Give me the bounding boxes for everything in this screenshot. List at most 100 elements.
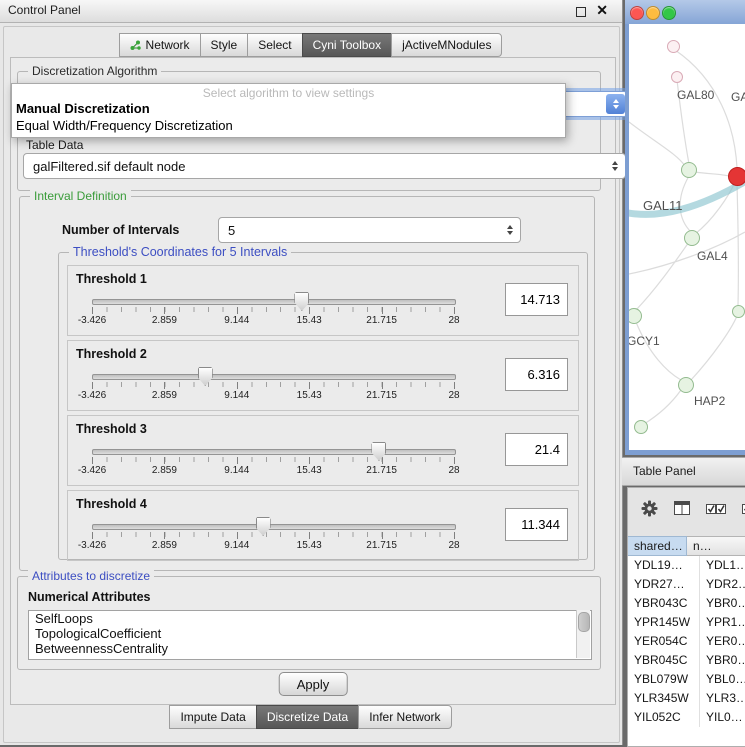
table-cell[interactable]: YPR145W <box>628 613 700 632</box>
algorithm-group-title: Discretization Algorithm <box>28 64 161 78</box>
table-row[interactable]: YLR345W YLR3… <box>628 689 745 708</box>
tab-style[interactable]: Style <box>200 33 249 57</box>
threshold-value-field[interactable]: 11.344 <box>505 508 568 541</box>
table-row[interactable]: YPR145W YPR1… <box>628 613 745 632</box>
major-tick <box>382 457 383 464</box>
tab-discretize-data[interactable]: Discretize Data <box>256 705 359 729</box>
network-node-label: GA… <box>731 90 745 104</box>
table-cell[interactable]: YER0… <box>700 632 745 651</box>
list-item[interactable]: TopologicalCoefficient <box>29 626 591 641</box>
slider-track[interactable] <box>92 374 456 380</box>
select-all-icon[interactable] <box>706 502 726 515</box>
traffic-light-zoom-icon[interactable] <box>662 6 676 20</box>
column-header[interactable]: shared… <box>628 536 687 556</box>
number-of-intervals-combobox[interactable]: 5 <box>218 217 521 243</box>
table-cell[interactable]: YLR345W <box>628 689 700 708</box>
scale-label: 15.43 <box>297 315 322 326</box>
tab-select[interactable]: Select <box>247 33 302 57</box>
threshold-slider[interactable]: -3.426 2.859 9.144 <box>92 290 454 332</box>
thresholds-group-title: Threshold's Coordinates for 5 Intervals <box>69 245 291 259</box>
slider-track[interactable] <box>92 449 456 455</box>
combo-stepper-icon[interactable] <box>612 154 618 178</box>
threshold-slider[interactable]: -3.426 2.859 9.144 <box>92 515 454 557</box>
threshold-value-field[interactable]: 21.4 <box>505 433 568 466</box>
popup-item[interactable]: Manual Discretization <box>12 100 565 117</box>
scale-label: 9.144 <box>224 315 249 326</box>
combo-stepper-icon[interactable] <box>507 218 513 242</box>
table-row[interactable]: YDL19… YDL1… <box>628 556 745 575</box>
apply-button[interactable]: Apply <box>279 672 348 696</box>
slider-minor-ticks <box>92 532 454 537</box>
slider-track[interactable] <box>92 524 456 530</box>
table-cell[interactable]: YBR0… <box>700 594 745 613</box>
table-panel-header[interactable]: Table Panel <box>622 457 745 486</box>
number-of-intervals-label: Number of Intervals <box>62 223 179 237</box>
table-cell[interactable]: YDR2… <box>700 575 745 594</box>
table-cell[interactable]: YDR27… <box>628 575 700 594</box>
table-row[interactable]: YBL079W YBL0… <box>628 670 745 689</box>
table-data-combobox[interactable]: galFiltered.sif default node <box>23 153 626 179</box>
tab-cyni-toolbox[interactable]: Cyni Toolbox <box>302 33 392 57</box>
list-item[interactable]: BetweennessCentrality <box>29 641 591 656</box>
threshold-label: Threshold 4 <box>76 497 147 511</box>
interval-definition-group: Interval Definition Number of Intervals … <box>19 196 595 571</box>
network-canvas[interactable]: GAL80GA…GAL11GAL4GCY1HAP2 <box>629 24 745 450</box>
table-cell[interactable]: YBR0… <box>700 651 745 670</box>
tab-jactivemnodules[interactable]: jActiveMNodules <box>391 33 502 57</box>
columns-icon[interactable] <box>674 501 690 515</box>
table-cell[interactable]: YBL0… <box>700 670 745 689</box>
table-cell[interactable]: YIL0… <box>700 708 745 727</box>
tab-infer-network[interactable]: Infer Network <box>358 705 451 729</box>
table-row[interactable]: YIL052C YIL0… <box>628 708 745 727</box>
table-cell[interactable]: YBR043C <box>628 594 700 613</box>
table-cell[interactable]: YBR045C <box>628 651 700 670</box>
attributes-listbox[interactable]: SelfLoopsTopologicalCoefficientBetweenne… <box>28 610 592 660</box>
scale-label: 21.715 <box>366 465 397 476</box>
threshold-label: Threshold 1 <box>76 272 147 286</box>
float-window-icon[interactable] <box>576 7 586 17</box>
settings-gear-icon[interactable] <box>641 500 658 517</box>
scale-label: 2.859 <box>152 540 177 551</box>
threshold-value-field[interactable]: 14.713 <box>505 283 568 316</box>
scrollbar-thumb[interactable] <box>578 612 590 632</box>
table-row[interactable]: YER054C YER0… <box>628 632 745 651</box>
tab-label: Style <box>211 38 238 52</box>
major-tick <box>237 457 238 464</box>
traffic-light-minimize-icon[interactable] <box>646 6 660 20</box>
major-tick <box>237 532 238 539</box>
table-row[interactable]: YDR27… YDR2… <box>628 575 745 594</box>
table-cell[interactable]: YDL1… <box>700 556 745 575</box>
table-cell[interactable]: YLR3… <box>700 689 745 708</box>
control-panel-titlebar: Control Panel ✕ <box>0 0 622 23</box>
table-cell[interactable]: YIL052C <box>628 708 700 727</box>
table-cell[interactable]: YPR1… <box>700 613 745 632</box>
table-cell[interactable]: YBL079W <box>628 670 700 689</box>
thresholds-group: Threshold's Coordinates for 5 Intervals … <box>58 252 588 560</box>
scale-label: 21.715 <box>366 390 397 401</box>
scrollbar[interactable] <box>576 610 590 658</box>
table-cell[interactable]: YER054C <box>628 632 700 651</box>
column-header[interactable]: n… <box>687 536 745 556</box>
major-tick <box>237 307 238 314</box>
close-icon[interactable]: ✕ <box>596 2 608 19</box>
major-tick <box>237 382 238 389</box>
slider-scale: -3.426 2.859 9.144 <box>92 307 454 329</box>
table-row[interactable]: YBR043C YBR0… <box>628 594 745 613</box>
table-data-value: galFiltered.sif default node <box>33 159 185 174</box>
cyni-toolbox-panel: Discretization Algorithm Select algorith… <box>10 57 616 705</box>
threshold-value-field[interactable]: 6.316 <box>505 358 568 391</box>
table-cell[interactable]: YDL19… <box>628 556 700 575</box>
network-node-label: GAL4 <box>697 249 728 263</box>
table-row[interactable]: YBR045C YBR0… <box>628 651 745 670</box>
major-tick <box>92 382 93 389</box>
slider-track[interactable] <box>92 299 456 305</box>
combo-stepper-icon[interactable] <box>606 94 625 114</box>
popup-item[interactable]: Equal Width/Frequency Discretization <box>12 117 565 134</box>
traffic-light-close-icon[interactable] <box>630 6 644 20</box>
tab-impute-data[interactable]: Impute Data <box>169 705 256 729</box>
threshold-slider[interactable]: -3.426 2.859 9.144 <box>92 365 454 407</box>
threshold-slider[interactable]: -3.426 2.859 9.144 <box>92 440 454 482</box>
network-titlebar[interactable] <box>625 0 745 24</box>
tab-network[interactable]: Network <box>119 33 201 57</box>
list-item[interactable]: SelfLoops <box>29 611 591 626</box>
